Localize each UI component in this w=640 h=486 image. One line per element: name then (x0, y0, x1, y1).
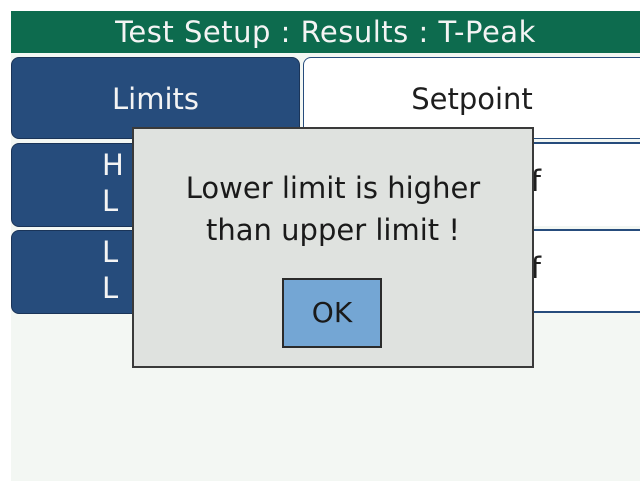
screen: Test Setup : Results : T-Peak Limits Set… (11, 11, 640, 481)
low-limit-label-line2: L (102, 271, 119, 305)
low-limit-label-line1: L (102, 235, 119, 269)
high-limit-label-line2: L (102, 184, 119, 218)
dialog-message-line1: Lower limit is higher (185, 171, 481, 205)
high-limit-label-line1: H (102, 148, 124, 182)
dialog-message-line2: than upper limit ! (206, 213, 460, 247)
page-title: Test Setup : Results : T-Peak (11, 11, 640, 53)
ok-button[interactable]: OK (282, 278, 382, 348)
dialog-message: Lower limit is higher than upper limit ! (134, 167, 532, 251)
error-dialog: Lower limit is higher than upper limit !… (132, 127, 534, 368)
